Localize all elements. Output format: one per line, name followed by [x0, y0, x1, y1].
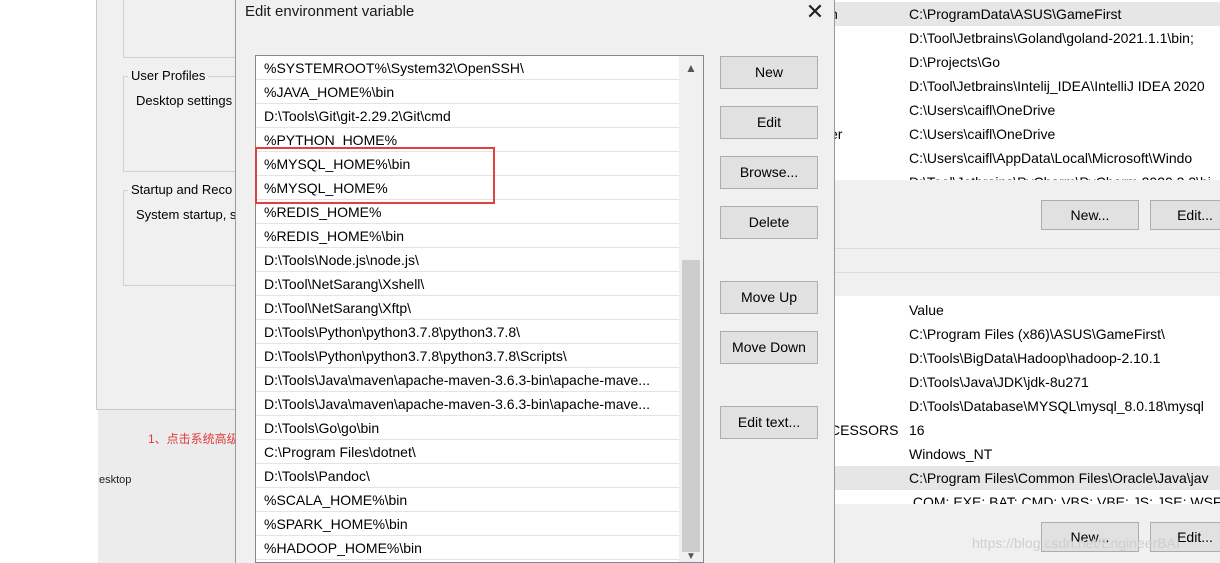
variable-value: D:\Tools\BigData\Hadoop\hadoop-2.10.1 — [909, 350, 1161, 366]
dialog-title: Edit environment variable — [245, 3, 415, 20]
list-item[interactable]: C:\Users\caifl\OneDrive — [834, 98, 1220, 122]
list-item[interactable]: %MYSQL_HOME% — [256, 176, 679, 200]
list-item[interactable]: D:\Tools\Git\git-2.29.2\Git\cmd — [256, 104, 679, 128]
user-edit-button[interactable]: Edit... — [1150, 200, 1220, 230]
value-column-header: Value — [909, 302, 944, 318]
list-item[interactable]: Windows_NT — [834, 442, 1220, 466]
group-box-user-profiles: User Profiles Desktop settings — [123, 68, 253, 172]
group-box-startup-recovery: Startup and Reco System startup, s — [123, 182, 253, 286]
variable-value: D:\Tool\Jetbrains\Intelij_IDEA\IntelliJ … — [909, 78, 1205, 94]
list-item[interactable]: %HADOOP_HOME%\bin — [256, 536, 679, 560]
list-item[interactable]: C:\Program Files\Common Files\Oracle\Jav… — [834, 466, 1220, 490]
list-item[interactable]: D:\Projects\Go — [834, 50, 1220, 74]
delete-button[interactable]: Delete — [720, 206, 818, 239]
list-item[interactable]: D:\Tools\Go\go\bin — [256, 416, 679, 440]
environment-variables-window: n C:\ProgramData\ASUS\GameFirst D:\Tool\… — [834, 0, 1220, 563]
move-up-button[interactable]: Move Up — [720, 281, 818, 314]
scroll-up-arrow-icon[interactable]: ▲ — [679, 56, 703, 80]
red-annotation-text: 1、点击系统高级 — [148, 432, 239, 446]
list-item[interactable]: %MYSQL_HOME%\bin — [256, 152, 679, 176]
list-item[interactable]: D:\Tool\NetSarang\Xftp\ — [256, 296, 679, 320]
list-item[interactable]: %REDIS_HOME%\bin — [256, 224, 679, 248]
user-variables-list[interactable]: n C:\ProgramData\ASUS\GameFirst D:\Tool\… — [834, 0, 1220, 180]
list-item[interactable]: D:\Tools\Java\JDK\jdk-8u271 — [834, 370, 1220, 394]
list-item[interactable]: C:\Program Files (x86)\ASUS\GameFirst\ — [834, 322, 1220, 346]
variable-value: 16 — [909, 422, 925, 438]
desktop-label: esktop — [99, 474, 132, 486]
variable-value: D:\Tools\Database\MYSQL\mysql_8.0.18\mys… — [909, 398, 1204, 414]
list-item[interactable]: D:\Tools\Pandoc\ — [256, 464, 679, 488]
list-item[interactable]: D:\Tools\Node.js\node.js\ — [256, 248, 679, 272]
scrollbar-thumb[interactable] — [682, 260, 700, 552]
list-item[interactable]: D:\Tools\Java\maven\apache-maven-3.6.3-b… — [256, 368, 679, 392]
startup-recovery-text: System startup, s — [136, 207, 237, 222]
group-box-performance — [123, 0, 253, 58]
list-item[interactable]: %REDIS_HOME% — [256, 200, 679, 224]
list-item[interactable]: C:\Users\caifl\AppData\Local\Microsoft\W… — [834, 146, 1220, 170]
variable-value: D:\Tool\Jetbrains\Goland\goland-2021.1.1… — [909, 30, 1194, 46]
system-variables-list[interactable]: Value C:\Program Files (x86)\ASUS\GameFi… — [834, 296, 1220, 504]
list-item[interactable]: C:\Program Files\dotnet\ — [256, 440, 679, 464]
list-item[interactable]: %SCALA_HOME%\bin — [256, 488, 679, 512]
watermark: https://blog.csdn.net/EngineerBAI — [972, 535, 1180, 551]
list-item[interactable]: D:\Tools\Java\maven\apache-maven-3.6.3-b… — [256, 392, 679, 416]
path-entries-list[interactable]: %SYSTEMROOT%\System32\OpenSSH\ %JAVA_HOM… — [255, 55, 704, 563]
list-item[interactable]: D:\Tools\Python\python3.7.8\python3.7.8\ — [256, 320, 679, 344]
close-icon[interactable]: ✕ — [800, 0, 830, 26]
variable-value: C:\Program Files (x86)\ASUS\GameFirst\ — [909, 326, 1165, 342]
variable-value: C:\Users\caifl\OneDrive — [909, 126, 1056, 142]
list-item[interactable]: n C:\ProgramData\ASUS\GameFirst — [834, 2, 1220, 26]
variable-value: C:\Users\caifl\AppData\Local\Microsoft\W… — [909, 150, 1193, 166]
variable-value: C:\Users\caifl\OneDrive — [909, 102, 1056, 118]
variable-value: .COM;.EXE;.BAT;.CMD;.VBS;.VBE;.JS;.JSE;.… — [909, 494, 1220, 504]
list-item[interactable]: D:\Tool\NetSarang\Xshell\ — [256, 272, 679, 296]
list-item[interactable]: %SYSTEMROOT%\System32\OpenSSH\ — [256, 56, 679, 80]
user-profiles-text: Desktop settings — [136, 93, 233, 108]
list-item[interactable]: D:\Tools\BigData\Hadoop\hadoop-2.10.1 — [834, 346, 1220, 370]
list-item[interactable]: D:\Tool\Jetbrains\PyCharm\PyCharm 2020.3… — [834, 170, 1220, 180]
variable-value: Windows_NT — [909, 446, 993, 462]
edit-text-button[interactable]: Edit text... — [720, 406, 818, 439]
variable-value: C:\Program Files\Common Files\Oracle\Jav… — [909, 470, 1209, 486]
list-item[interactable]: er C:\Users\caifl\OneDrive — [834, 122, 1220, 146]
list-item[interactable]: D:\Tool\Jetbrains\Goland\goland-2021.1.1… — [834, 26, 1220, 50]
variable-name-fragment: er — [834, 126, 843, 142]
section-divider — [834, 248, 1220, 249]
list-item[interactable]: %JAVA_HOME%\bin — [256, 80, 679, 104]
vertical-scrollbar[interactable]: ▲ ▼ — [679, 56, 703, 562]
list-item[interactable]: D:\Tools\Database\MYSQL\mysql_8.0.18\mys… — [834, 394, 1220, 418]
list-item[interactable]: %PYTHON_HOME% — [256, 128, 679, 152]
list-item[interactable]: CESSORS 16 — [834, 418, 1220, 442]
startup-recovery-title: Startup and Reco — [128, 182, 236, 197]
variable-name: CESSORS — [834, 422, 899, 438]
list-item[interactable]: D:\Tools\Python\python3.7.8\python3.7.8\… — [256, 344, 679, 368]
list-item[interactable]: .COM;.EXE;.BAT;.CMD;.VBS;.VBE;.JS;.JSE;.… — [834, 490, 1220, 504]
scroll-down-arrow-icon[interactable]: ▼ — [679, 552, 703, 562]
system-properties-window: User Profiles Desktop settings Startup a… — [96, 0, 253, 410]
user-profiles-title: User Profiles — [128, 68, 209, 83]
section-divider — [834, 272, 1220, 273]
edit-button[interactable]: Edit — [720, 106, 818, 139]
list-item[interactable]: D:\Tool\Jetbrains\Intelij_IDEA\IntelliJ … — [834, 74, 1220, 98]
browse-button[interactable]: Browse... — [720, 156, 818, 189]
variable-value: D:\Tool\Jetbrains\PyCharm\PyCharm 2020.3… — [909, 170, 1211, 180]
variable-value: D:\Projects\Go — [909, 54, 1001, 70]
user-new-button[interactable]: New... — [1041, 200, 1139, 230]
column-header: Value — [834, 298, 1220, 322]
list-item[interactable]: %SPARK_HOME%\bin — [256, 512, 679, 536]
variable-value: C:\ProgramData\ASUS\GameFirst — [909, 6, 1122, 22]
variable-value: D:\Tools\Java\JDK\jdk-8u271 — [909, 374, 1089, 390]
new-button[interactable]: New — [720, 56, 818, 89]
edit-environment-variable-dialog: Edit environment variable ✕ %SYSTEMROOT%… — [235, 0, 835, 563]
move-down-button[interactable]: Move Down — [720, 331, 818, 364]
